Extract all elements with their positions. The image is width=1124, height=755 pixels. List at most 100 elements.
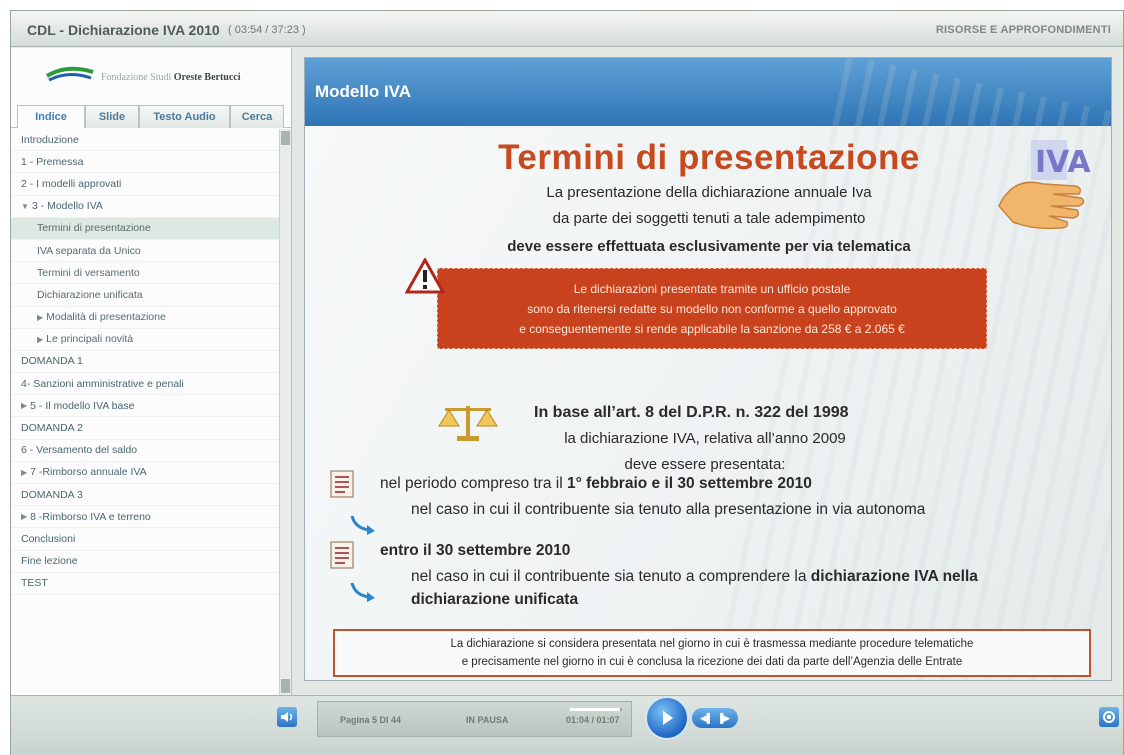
note-line-1: La dichiarazione si considera presentata… (450, 638, 974, 650)
title-bar: CDL - Dichiarazione IVA 2010 ( 03:54 / 3… (11, 11, 1123, 47)
index-item-label: Introduzione (21, 133, 79, 146)
fullscreen-button[interactable] (1099, 707, 1119, 727)
progress-fill (570, 708, 620, 711)
index-item[interactable]: Termini di presentazione (11, 217, 279, 240)
playback-state: IN PAUSA (466, 715, 509, 725)
slide-panel: Modello IVA Termini di presentazione IVA… (304, 57, 1112, 681)
svg-text:IVA: IVA (1035, 145, 1091, 180)
app-window: CDL - Dichiarazione IVA 2010 ( 03:54 / 3… (10, 10, 1124, 755)
index-item-label: Termini di versamento (37, 266, 140, 279)
index-item-label: Le principali novità (46, 333, 134, 346)
tab-cerca[interactable]: Cerca (230, 105, 284, 128)
index-item[interactable]: Termini di versamento (11, 262, 279, 285)
tab-indice[interactable]: Indice (17, 105, 85, 128)
index-item-label: 4- Sanzioni amministrative e penali (21, 377, 184, 390)
index-item[interactable]: Introduzione (11, 129, 279, 152)
collapsed-arrow-icon[interactable]: ▶ (21, 468, 27, 477)
tab-slide[interactable]: Slide (85, 105, 139, 128)
scrollbar[interactable] (279, 129, 291, 695)
index-item-label: 5 - Il modello IVA base (30, 399, 135, 412)
index-item[interactable]: Fine lezione (11, 551, 279, 573)
index-item[interactable]: DOMANDA 1 (11, 351, 279, 374)
index-item-label: DOMANDA 3 (21, 488, 83, 501)
playback-time: 01:04 / 01:07 (566, 715, 620, 725)
previous-icon[interactable]: ◀▌ (700, 713, 713, 724)
warning-icon (405, 258, 445, 294)
collapsed-arrow-icon[interactable]: ▶ (37, 335, 43, 344)
period-prefix: nel periodo compreso tra il (380, 475, 567, 492)
logo-swoosh-icon (45, 66, 94, 82)
deadline-condition-bold-2: dichiarazione unificata (411, 591, 579, 608)
logo-prefix: Fondazione Studi (101, 72, 174, 83)
note-box: La dichiarazione si considera presentata… (333, 629, 1091, 677)
player-bar: Pagina 5 DI 44 IN PAUSA 01:04 / 01:07 ◀▌… (11, 695, 1123, 755)
note-line-2: e precisamente nel giorno in cui è concl… (461, 656, 963, 668)
next-icon[interactable]: ▐▶ (717, 713, 730, 724)
play-icon (663, 711, 673, 725)
index-item-label: TEST (21, 577, 48, 590)
index-item[interactable]: 2 - I modelli approvati (11, 173, 279, 196)
index-item-label: Fine lezione (21, 555, 78, 568)
slide-title: Termini di presentazione (498, 138, 920, 177)
fullscreen-icon (1103, 711, 1115, 723)
art-line-2: la dichiarazione IVA, relativa all’anno … (564, 430, 846, 447)
period-dates: 1° febbraio e il 30 settembre 2010 (566, 475, 812, 492)
status-panel: Pagina 5 DI 44 IN PAUSA 01:04 / 01:07 (317, 701, 632, 737)
app-title: CDL - Dichiarazione IVA 2010 (27, 22, 220, 38)
volume-button[interactable] (277, 707, 297, 727)
logo-name: Oreste Bertucci (173, 72, 241, 83)
index-item[interactable]: TEST (11, 573, 279, 595)
document-icon (330, 541, 354, 569)
slide-body: Termini di presentazione IVA La presenta… (305, 58, 1111, 680)
index-item[interactable]: DOMANDA 3 (11, 484, 279, 507)
index-item-label: IVA separata da Unico (37, 244, 141, 257)
deadline-condition-bold: dichiarazione IVA nella (810, 568, 978, 585)
index-item[interactable]: ▶ Le principali novità (11, 329, 279, 351)
index-item-label: Modalità di presentazione (46, 311, 166, 324)
warning-line-2: sono da ritenersi redatte su modello non… (527, 301, 897, 316)
index-item[interactable]: Conclusioni (11, 528, 279, 551)
index-item[interactable]: DOMANDA 2 (11, 417, 279, 440)
index-item[interactable]: IVA separata da Unico (11, 240, 279, 263)
index-item-label: 8 -Rimborso IVA e terreno (30, 510, 151, 523)
document-icon (330, 470, 354, 498)
index-item[interactable]: ▶ Modalità di presentazione (11, 307, 279, 329)
index-item[interactable]: Dichiarazione unificata (11, 284, 279, 307)
intro-line-2: da parte dei soggetti tenuti a tale adem… (552, 210, 866, 227)
collapsed-arrow-icon[interactable]: ▶ (21, 401, 27, 410)
index-item[interactable]: 1 - Premessa (11, 151, 279, 174)
scroll-down-button[interactable] (281, 679, 290, 693)
resources-link[interactable]: RISORSE E APPROFONDIMENTI (936, 24, 1111, 36)
sidebar-tabs: Indice Slide Testo Audio Cerca (11, 105, 292, 128)
index-item[interactable]: ▶ 8 -Rimborso IVA e terreno (11, 506, 279, 529)
sidebar: Fondazione Studi Oreste Bertucci Indice … (11, 48, 292, 695)
collapsed-arrow-icon[interactable]: ▶ (37, 313, 43, 322)
collapsed-arrow-icon[interactable]: ▶ (21, 512, 27, 521)
index-item-label: Conclusioni (21, 532, 76, 545)
index-item[interactable]: 6 - Versamento del saldo (11, 440, 279, 462)
warning-line-1: Le dichiarazioni presentate tramite un u… (573, 281, 851, 296)
index-item[interactable]: ▼ 3 - Modello IVA (11, 196, 279, 218)
index-item-label: 7 -Rimborso annuale IVA (30, 466, 147, 479)
index-item-label: Termini di presentazione (37, 222, 151, 235)
elapsed-time: ( 03:54 / 37:23 ) (228, 24, 306, 36)
index-item-label: DOMANDA 1 (21, 355, 83, 368)
slide-navigation[interactable]: ◀▌ ▐▶ (692, 708, 738, 728)
index-item[interactable]: ▶ 7 -Rimborso annuale IVA (11, 462, 279, 484)
index-item-label: Dichiarazione unificata (37, 288, 143, 301)
speaker-icon (281, 712, 293, 722)
index-item-label: 1 - Premessa (21, 155, 84, 168)
tab-testo-audio[interactable]: Testo Audio (139, 105, 230, 128)
scroll-up-button[interactable] (281, 131, 290, 145)
progress-bar[interactable] (570, 708, 622, 711)
play-button[interactable] (645, 696, 689, 740)
slide-header-title: Modello IVA (315, 82, 412, 101)
deadline-condition: nel caso in cui il contribuente sia tenu… (411, 568, 811, 585)
index-item[interactable]: 4- Sanzioni amministrative e penali (11, 373, 279, 396)
index-list: Introduzione 1 - Premessa 2 - I modelli ap… (11, 129, 279, 595)
warning-box: Le dichiarazioni presentate tramite un u… (437, 268, 987, 349)
page-indicator: Pagina 5 DI 44 (340, 715, 402, 725)
art-line-3: deve essere presentata: (624, 456, 786, 473)
index-item[interactable]: ▶ 5 - Il modello IVA base (11, 395, 279, 418)
expanded-arrow-icon[interactable]: ▼ (21, 202, 29, 211)
